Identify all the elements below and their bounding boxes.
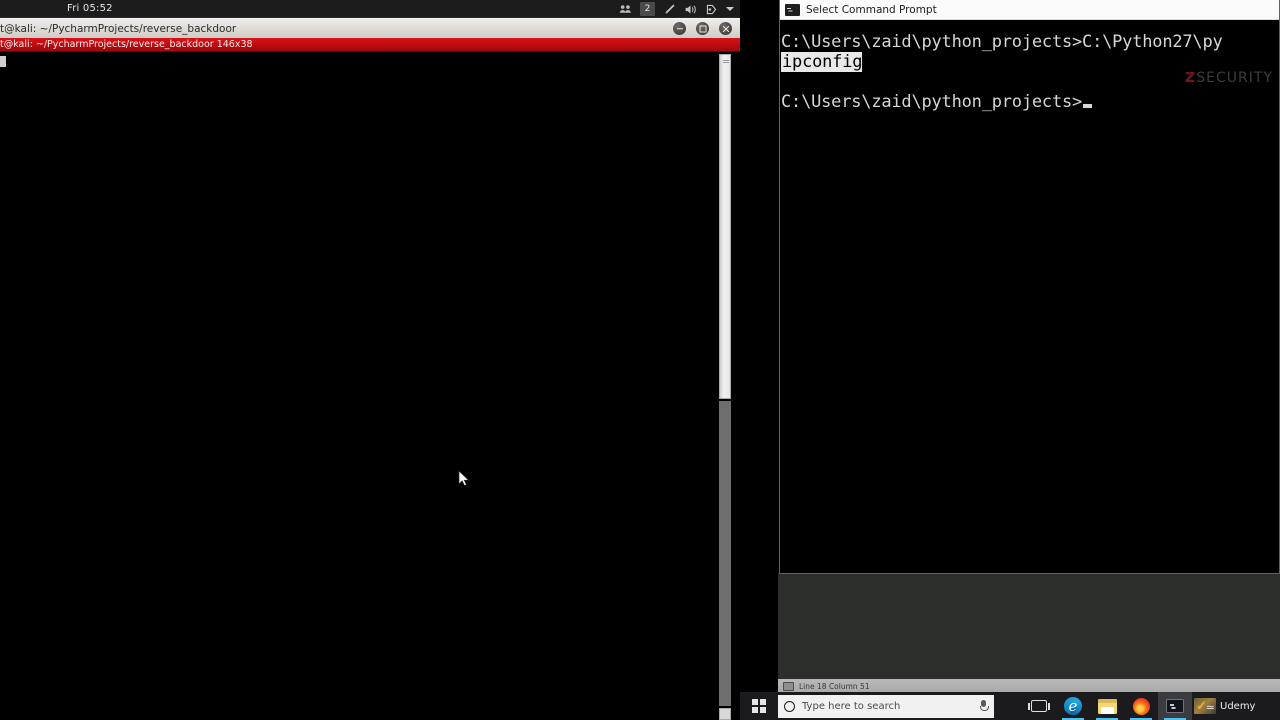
terminal-titlebar[interactable]: t@kali: ~/PycharmProjects/reverse_backdo…	[0, 18, 740, 38]
close-button[interactable]	[719, 22, 732, 35]
terminal-cursor	[0, 56, 6, 67]
terminal-body[interactable]	[0, 52, 740, 720]
background-application-window[interactable]	[778, 573, 1280, 693]
maximize-button[interactable]	[696, 22, 709, 35]
cmd-titlebar[interactable]: Select Command Prompt	[780, 0, 1279, 20]
microphone-icon[interactable]	[979, 699, 989, 713]
command-prompt-taskbar-icon	[1166, 699, 1184, 713]
windows-logo-icon	[752, 699, 766, 713]
cmd-window-title: Select Command Prompt	[806, 3, 937, 16]
terminal-scrollbar[interactable]	[718, 52, 732, 720]
search-placeholder: Type here to search	[802, 700, 901, 712]
taskbar-items: ≃ Udemy	[1022, 692, 1259, 720]
terminal-tab-bar[interactable]: t@kali: ~/PycharmProjects/reverse_backdo…	[0, 38, 740, 52]
users-switch-icon[interactable]	[619, 3, 632, 16]
scrollbar-track[interactable]	[719, 401, 731, 706]
windows-taskbar: Type here to search e ≃ ✓ Udemy	[740, 692, 1280, 720]
taskbar-item-task-view[interactable]	[1022, 692, 1056, 720]
taskbar-item-udemy[interactable]: ≃ Udemy	[1192, 692, 1259, 720]
udemy-wave-icon: ≃	[1205, 701, 1215, 714]
firefox-icon	[1132, 697, 1150, 715]
command-prompt-window[interactable]: Select Command Prompt C:\Users\zaid\pyth…	[779, 0, 1280, 574]
start-button[interactable]	[740, 692, 778, 720]
cmd-line-2: ipconfig	[780, 52, 1279, 72]
volume-icon[interactable]	[684, 3, 697, 16]
udemy-icon: ≃	[1194, 698, 1216, 714]
task-view-icon	[1028, 700, 1050, 712]
windows-vm-region: Line 18 Column 51 Select Command Prompt …	[740, 0, 1280, 720]
cmd-selected-text: ipconfig	[781, 52, 863, 72]
taskbar-item-firefox[interactable]	[1124, 692, 1158, 720]
udemy-label: Udemy	[1220, 700, 1256, 712]
search-input[interactable]: Type here to search	[778, 694, 994, 718]
kali-terminal-window: t@kali: ~/PycharmProjects/reverse_backdo…	[0, 18, 740, 720]
kali-top-panel: Fri 05:52 2	[0, 0, 740, 18]
pen-icon[interactable]	[663, 3, 676, 16]
scrollbar-thumb[interactable]	[719, 54, 731, 399]
microsoft-edge-icon	[1064, 697, 1082, 715]
cursor-position-status: Line 18 Column 51	[799, 681, 870, 691]
cortana-circle-icon	[784, 700, 795, 712]
terminal-output	[0, 52, 740, 68]
taskbar-item-file-explorer[interactable]	[1090, 692, 1124, 720]
kali-system-tray: 2	[619, 0, 734, 18]
terminal-window-title: t@kali: ~/PycharmProjects/reverse_backdo…	[0, 22, 237, 35]
monitor-icon	[783, 681, 794, 691]
scrollbar-grip-icon	[723, 60, 729, 63]
cmd-line-3	[780, 72, 1279, 92]
terminal-tab-label: t@kali: ~/PycharmProjects/reverse_backdo…	[0, 39, 253, 50]
power-icon[interactable]	[705, 3, 718, 16]
background-app-status-bar: Line 18 Column 51	[778, 679, 1280, 693]
kali-vm-region: Fri 05:52 2 t@kali: ~/PycharmProjects/re…	[0, 0, 740, 720]
minimize-button[interactable]	[673, 22, 686, 35]
terminal-window-controls	[673, 22, 732, 35]
cmd-caret-icon	[1083, 104, 1093, 108]
taskbar-item-edge[interactable]	[1056, 692, 1090, 720]
cmd-console-output[interactable]: C:\Users\zaid\python_projects>C:\Python2…	[780, 20, 1279, 572]
file-explorer-icon	[1097, 698, 1117, 714]
caret-down-icon[interactable]	[726, 7, 734, 11]
windows-desktop[interactable]: Line 18 Column 51 Select Command Prompt …	[740, 0, 1280, 720]
mouse-cursor-icon	[458, 470, 470, 487]
cmd-prompt-text: C:\Users\zaid\python_projects>	[781, 92, 1083, 112]
cmd-line-1: C:\Users\zaid\python_projects>C:\Python2…	[781, 32, 1223, 52]
workspace-indicator[interactable]: 2	[640, 2, 655, 16]
scrollbar-bottom-button[interactable]	[719, 708, 731, 720]
cmd-line-4: C:\Users\zaid\python_projects>	[780, 92, 1279, 112]
command-prompt-icon	[785, 3, 800, 16]
taskbar-item-command-prompt[interactable]	[1158, 692, 1192, 720]
screen-root: Fri 05:52 2 t@kali: ~/PycharmProjects/re…	[0, 0, 1280, 720]
